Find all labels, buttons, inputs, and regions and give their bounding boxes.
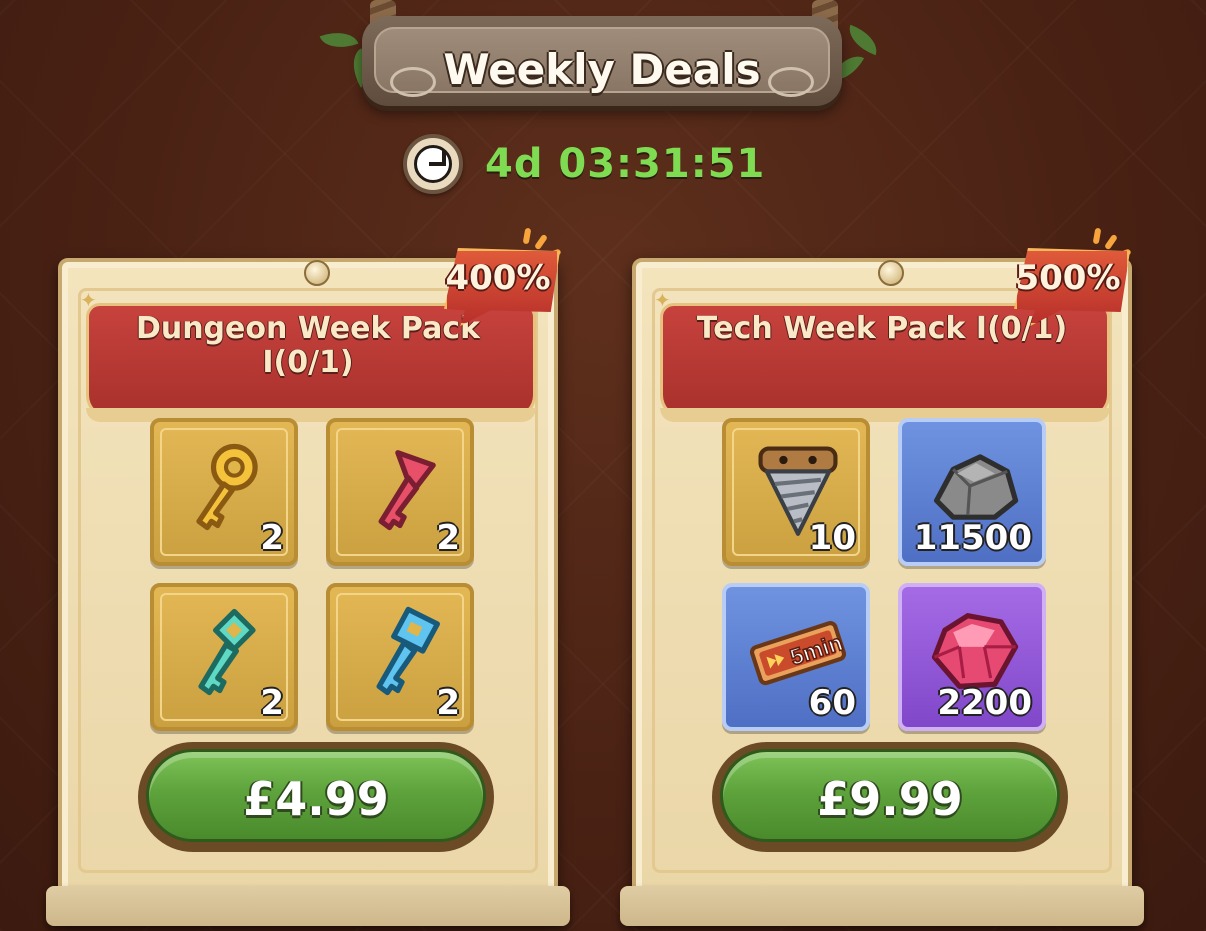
buy-button[interactable]: £9.99 [720, 749, 1060, 842]
card-scroll-base [46, 886, 570, 926]
reward-quantity: 2200 [937, 683, 1032, 723]
reward-slot[interactable]: 2 [326, 418, 474, 566]
reward-slot[interactable]: 2 [326, 583, 474, 731]
reward-slot[interactable]: 5min 60 [722, 583, 870, 731]
bonus-percent: 500% [1015, 258, 1121, 298]
reward-slot[interactable]: 2 [150, 418, 298, 566]
reward-quantity: 60 [808, 683, 856, 723]
price-label: £4.99 [243, 772, 389, 826]
header-inner-panel: Weekly Deals [374, 27, 830, 97]
pin-icon [304, 260, 330, 286]
card-scroll-base [620, 886, 1144, 926]
leaf-decoration [843, 24, 883, 56]
reward-quantity: 2 [260, 683, 284, 723]
buy-button-frame: £9.99 [712, 742, 1068, 852]
reward-quantity: 2 [436, 518, 460, 558]
reward-quantity: 11500 [913, 518, 1032, 558]
price-label: £9.99 [817, 772, 963, 826]
countdown-timer: 4d 03:31:51 [403, 133, 765, 195]
buy-button[interactable]: £4.99 [146, 749, 486, 842]
bonus-badge: 400% [438, 227, 562, 328]
bonus-percent: 400% [445, 258, 551, 298]
bonus-badge: 500% [1008, 227, 1132, 328]
clock-icon [403, 134, 463, 194]
reward-quantity: 10 [808, 518, 856, 558]
reward-slot[interactable]: 11500 [898, 418, 1046, 566]
pin-icon [878, 260, 904, 286]
buy-button-frame: £4.99 [138, 742, 494, 852]
reward-slot[interactable]: 2 [150, 583, 298, 731]
reward-slot[interactable]: 10 [722, 418, 870, 566]
reward-slot[interactable]: 2200 [898, 583, 1046, 731]
timer-value: 4d 03:31:51 [485, 141, 766, 187]
pack-card-dungeon: ✦ Dungeon Week Pack I(0/1) 400% 2 2 2 2 … [46, 227, 570, 926]
header-board: Weekly Deals [362, 16, 842, 106]
reward-quantity: 2 [260, 518, 284, 558]
leaf-decoration [319, 24, 359, 56]
pack-card-tech: ✦ Tech Week Pack I(0/1) 500% 10 11500 5m… [620, 227, 1144, 926]
page-title: Weekly Deals [443, 45, 761, 94]
reward-quantity: 2 [436, 683, 460, 723]
